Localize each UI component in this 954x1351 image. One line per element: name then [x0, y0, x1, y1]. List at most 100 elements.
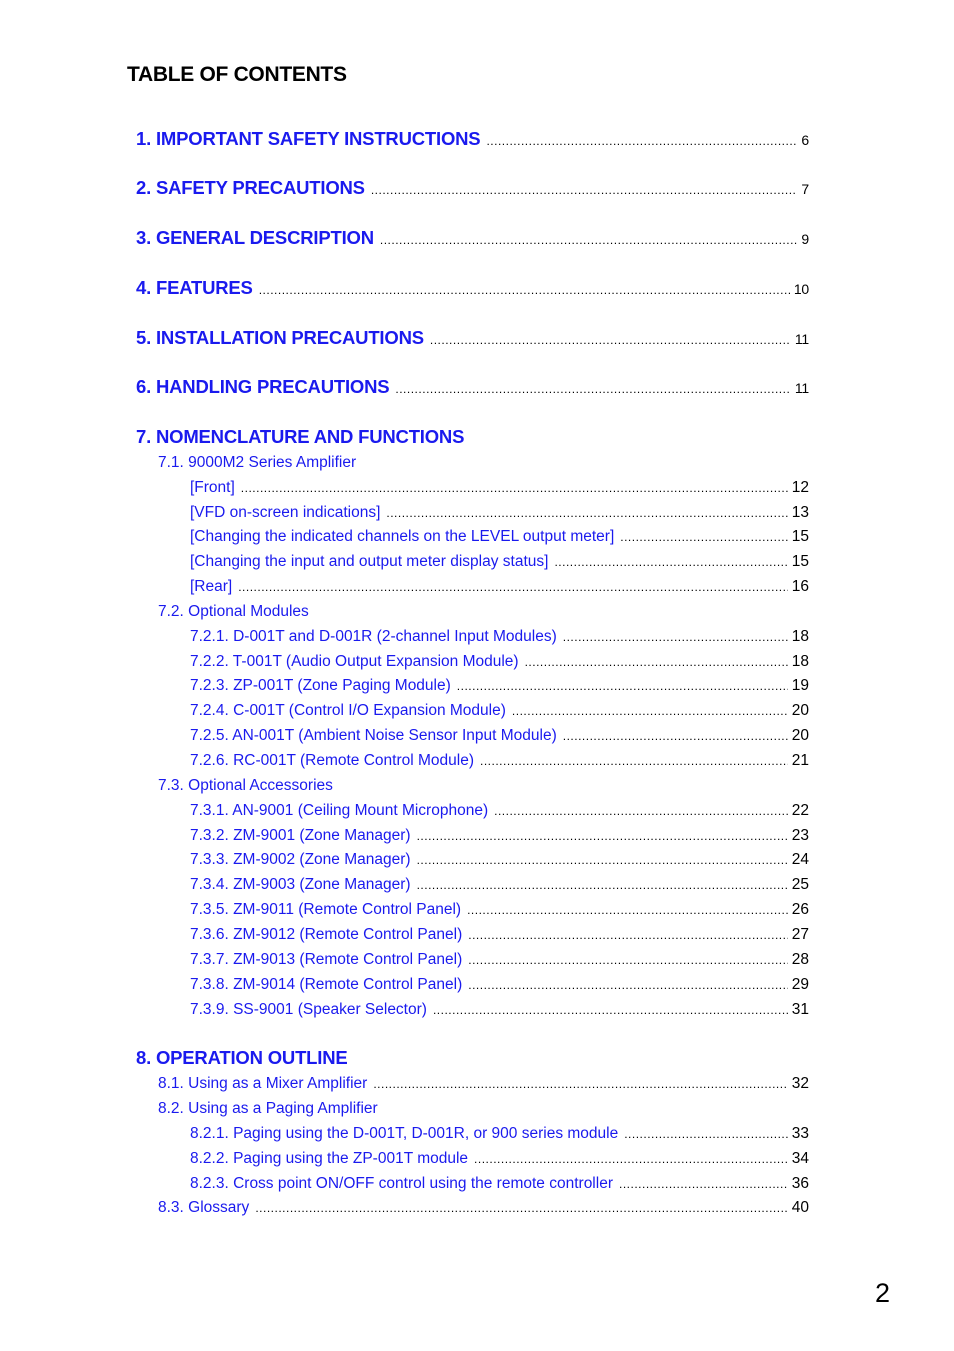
- toc-entry-page[interactable]: 27: [788, 926, 809, 944]
- toc-entry[interactable]: 7.2.4. C-001T (Control I/O Expansion Mod…: [190, 702, 809, 720]
- toc-entry-label[interactable]: 7.3.1. AN-9001 (Ceiling Mount Microphone…: [190, 802, 494, 820]
- toc-entry-label[interactable]: [VFD on-screen indications]: [190, 504, 386, 522]
- toc-entry-label[interactable]: 8.2.3. Cross point ON/OFF control using …: [190, 1175, 619, 1193]
- toc-entry[interactable]: 7.3.5. ZM-9011 (Remote Control Panel) 26: [190, 901, 809, 919]
- toc-entry-label[interactable]: 7.3.4. ZM-9003 (Zone Manager): [190, 876, 417, 894]
- toc-entry-label[interactable]: 7.2. Optional Modules: [158, 603, 315, 621]
- toc-entry[interactable]: 7.2.6. RC-001T (Remote Control Module) 21: [190, 752, 809, 770]
- toc-entry-page[interactable]: 13: [788, 504, 809, 522]
- toc-entry[interactable]: 7.2.5. AN-001T (Ambient Noise Sensor Inp…: [190, 727, 809, 745]
- toc-entry[interactable]: 7.2. Optional Modules: [158, 603, 809, 621]
- toc-entry-label[interactable]: 8.1. Using as a Mixer Amplifier: [158, 1075, 373, 1093]
- toc-entry[interactable]: [Changing the input and output meter dis…: [190, 553, 809, 571]
- toc-entry[interactable]: 2. SAFETY PRECAUTIONS 7: [136, 177, 809, 199]
- toc-entry-page[interactable]: 25: [788, 876, 809, 894]
- toc-entry[interactable]: [VFD on-screen indications] 13: [190, 504, 809, 522]
- toc-entry-label[interactable]: 3. GENERAL DESCRIPTION: [136, 227, 380, 249]
- toc-entry-label[interactable]: 7.3.5. ZM-9011 (Remote Control Panel): [190, 901, 467, 919]
- toc-entry[interactable]: 8.1. Using as a Mixer Amplifier 32: [158, 1075, 809, 1093]
- toc-entry[interactable]: 7.2.2. T-001T (Audio Output Expansion Mo…: [190, 653, 809, 671]
- toc-entry[interactable]: 5. INSTALLATION PRECAUTIONS 11: [136, 327, 809, 349]
- toc-entry-page[interactable]: 11: [791, 331, 809, 347]
- toc-entry-label[interactable]: 5. INSTALLATION PRECAUTIONS: [136, 327, 430, 349]
- toc-entry[interactable]: 7.2.3. ZP-001T (Zone Paging Module) 19: [190, 677, 809, 695]
- toc-entry-page[interactable]: 10: [790, 281, 809, 297]
- toc-entry[interactable]: 7.3.6. ZM-9012 (Remote Control Panel) 27: [190, 926, 809, 944]
- toc-entry[interactable]: 8. OPERATION OUTLINE: [136, 1047, 809, 1069]
- toc-entry-label[interactable]: 8.3. Glossary: [158, 1199, 255, 1217]
- toc-entry-label[interactable]: 7.3.3. ZM-9002 (Zone Manager): [190, 851, 417, 869]
- toc-entry-page[interactable]: 26: [788, 901, 809, 919]
- toc-entry-page[interactable]: 15: [788, 553, 809, 571]
- toc-entry-label[interactable]: 7.3. Optional Accessories: [158, 777, 339, 795]
- toc-entry[interactable]: 8.2.2. Paging using the ZP-001T module 34: [190, 1150, 809, 1168]
- toc-entry[interactable]: 7.1. 9000M2 Series Amplifier: [158, 454, 809, 472]
- toc-entry-label[interactable]: 7.3.8. ZM-9014 (Remote Control Panel): [190, 976, 468, 994]
- toc-entry[interactable]: 1. IMPORTANT SAFETY INSTRUCTIONS 6: [136, 128, 809, 150]
- toc-entry-label[interactable]: [Front]: [190, 479, 241, 497]
- toc-entry-label[interactable]: 7.2.5. AN-001T (Ambient Noise Sensor Inp…: [190, 727, 563, 745]
- toc-entry[interactable]: 6. HANDLING PRECAUTIONS 11: [136, 376, 809, 398]
- toc-entry[interactable]: 7.3.1. AN-9001 (Ceiling Mount Microphone…: [190, 802, 809, 820]
- toc-entry-page[interactable]: 29: [788, 976, 809, 994]
- toc-entry-page[interactable]: 24: [788, 851, 809, 869]
- toc-entry-label[interactable]: 7. NOMENCLATURE AND FUNCTIONS: [136, 426, 470, 448]
- toc-entry-label[interactable]: 8.2.2. Paging using the ZP-001T module: [190, 1150, 474, 1168]
- toc-entry[interactable]: 7.3.8. ZM-9014 (Remote Control Panel) 29: [190, 976, 809, 994]
- toc-entry-label[interactable]: 7.3.7. ZM-9013 (Remote Control Panel): [190, 951, 468, 969]
- toc-entry[interactable]: 7.3.4. ZM-9003 (Zone Manager) 25: [190, 876, 809, 894]
- toc-entry-page[interactable]: 12: [788, 479, 809, 497]
- toc-entry-page[interactable]: 32: [788, 1075, 809, 1093]
- toc-entry-label[interactable]: 7.1. 9000M2 Series Amplifier: [158, 454, 362, 472]
- toc-entry[interactable]: 7.3.7. ZM-9013 (Remote Control Panel) 28: [190, 951, 809, 969]
- toc-entry-label[interactable]: [Changing the input and output meter dis…: [190, 553, 554, 571]
- toc-entry-label[interactable]: 7.3.2. ZM-9001 (Zone Manager): [190, 827, 417, 845]
- toc-entry-page[interactable]: 19: [788, 677, 809, 695]
- toc-entry-page[interactable]: 16: [788, 578, 809, 596]
- toc-entry[interactable]: [Rear] 16: [190, 578, 809, 596]
- toc-entry-label[interactable]: [Changing the indicated channels on the …: [190, 528, 620, 546]
- toc-entry[interactable]: [Front] 12: [190, 479, 809, 497]
- toc-entry-page[interactable]: 6: [797, 132, 809, 148]
- toc-entry-page[interactable]: 22: [788, 802, 809, 820]
- toc-entry-page[interactable]: 18: [788, 653, 809, 671]
- toc-entry-page[interactable]: 33: [788, 1125, 809, 1143]
- toc-entry-label[interactable]: 7.3.9. SS-9001 (Speaker Selector): [190, 1001, 433, 1019]
- toc-entry-label[interactable]: 8.2. Using as a Paging Amplifier: [158, 1100, 384, 1118]
- toc-entry[interactable]: 7.3.9. SS-9001 (Speaker Selector) 31: [190, 1001, 809, 1019]
- toc-entry[interactable]: 7.3.2. ZM-9001 (Zone Manager) 23: [190, 827, 809, 845]
- toc-entry-label[interactable]: 8. OPERATION OUTLINE: [136, 1047, 354, 1069]
- toc-entry[interactable]: 7.3. Optional Accessories: [158, 777, 809, 795]
- toc-entry-page[interactable]: 23: [788, 827, 809, 845]
- toc-entry-label[interactable]: 7.2.1. D-001T and D-001R (2-channel Inpu…: [190, 628, 563, 646]
- toc-entry-label[interactable]: 6. HANDLING PRECAUTIONS: [136, 376, 395, 398]
- toc-entry-page[interactable]: 15: [788, 528, 809, 546]
- toc-entry-label[interactable]: 7.2.4. C-001T (Control I/O Expansion Mod…: [190, 702, 512, 720]
- toc-entry-label[interactable]: 7.2.6. RC-001T (Remote Control Module): [190, 752, 480, 770]
- toc-entry-page[interactable]: 11: [791, 380, 809, 396]
- toc-entry-page[interactable]: 40: [788, 1199, 809, 1217]
- toc-entry-label[interactable]: 7.2.2. T-001T (Audio Output Expansion Mo…: [190, 653, 525, 671]
- toc-entry[interactable]: 7.2.1. D-001T and D-001R (2-channel Inpu…: [190, 628, 809, 646]
- toc-entry-page[interactable]: 21: [788, 752, 809, 770]
- toc-entry-page[interactable]: 7: [797, 181, 809, 197]
- toc-entry[interactable]: 8.2.3. Cross point ON/OFF control using …: [190, 1175, 809, 1193]
- toc-entry-page[interactable]: 36: [788, 1175, 809, 1193]
- toc-entry-page[interactable]: 31: [788, 1001, 809, 1019]
- toc-entry-page[interactable]: 18: [788, 628, 809, 646]
- toc-entry-page[interactable]: 28: [788, 951, 809, 969]
- toc-entry[interactable]: 8.3. Glossary 40: [158, 1199, 809, 1217]
- toc-entry-page[interactable]: 9: [797, 231, 809, 247]
- toc-entry-page[interactable]: 20: [788, 702, 809, 720]
- toc-entry[interactable]: 7. NOMENCLATURE AND FUNCTIONS: [136, 426, 809, 448]
- toc-entry[interactable]: 4. FEATURES 10: [136, 277, 809, 299]
- toc-entry-label[interactable]: 4. FEATURES: [136, 277, 259, 299]
- toc-entry[interactable]: 7.3.3. ZM-9002 (Zone Manager) 24: [190, 851, 809, 869]
- toc-entry-label[interactable]: 1. IMPORTANT SAFETY INSTRUCTIONS: [136, 128, 486, 150]
- toc-entry-label[interactable]: 7.2.3. ZP-001T (Zone Paging Module): [190, 677, 457, 695]
- toc-entry[interactable]: [Changing the indicated channels on the …: [190, 528, 809, 546]
- toc-entry-label[interactable]: 7.3.6. ZM-9012 (Remote Control Panel): [190, 926, 468, 944]
- toc-entry[interactable]: 3. GENERAL DESCRIPTION 9: [136, 227, 809, 249]
- toc-entry-page[interactable]: 34: [788, 1150, 809, 1168]
- toc-entry-label[interactable]: [Rear]: [190, 578, 238, 596]
